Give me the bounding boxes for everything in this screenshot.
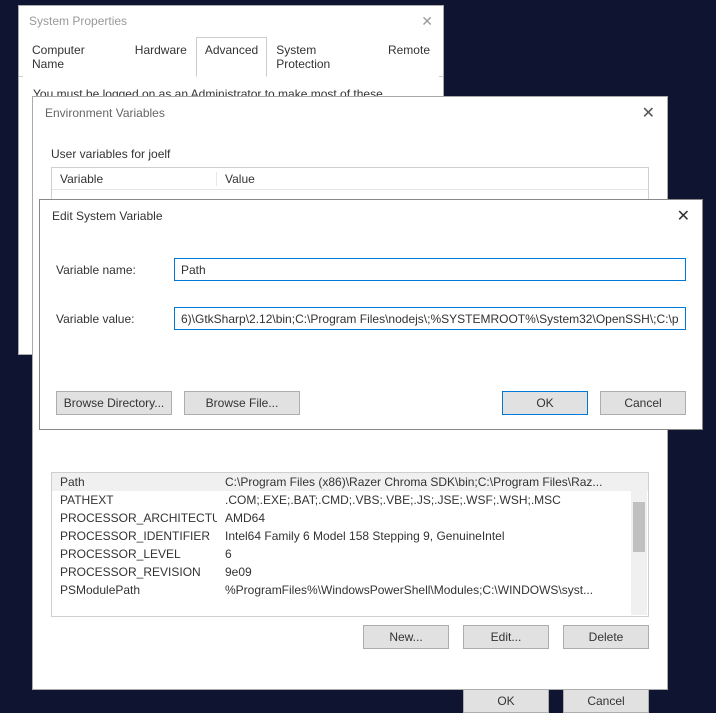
variable-name-label: Variable name: — [56, 263, 174, 277]
column-variable[interactable]: Variable — [52, 172, 217, 186]
envvars-titlebar: Environment Variables ✕ — [33, 97, 667, 129]
tab-label: Hardware — [135, 43, 187, 57]
editvar-form: Variable name: Variable value: — [40, 232, 702, 330]
cancel-button[interactable]: Cancel — [563, 689, 649, 713]
cancel-button[interactable]: Cancel — [600, 391, 686, 415]
cell-variable: PROCESSOR_LEVEL — [52, 547, 217, 561]
tab-label: Advanced — [205, 43, 258, 57]
editvar-titlebar: Edit System Variable ✕ — [40, 200, 702, 232]
cell-value: 9e09 — [217, 565, 648, 579]
variable-value-row: Variable value: — [56, 307, 686, 330]
tab-label: Computer Name — [32, 43, 85, 71]
system-vars-listbox[interactable]: Path C:\Program Files (x86)\Razer Chroma… — [51, 472, 649, 617]
envvars-dialog-buttons: OK Cancel — [463, 689, 649, 713]
system-vars-buttons: New... Edit... Delete — [363, 625, 649, 649]
sysprops-tabs: Computer Name Hardware Advanced System P… — [19, 36, 443, 77]
column-value[interactable]: Value — [217, 172, 648, 186]
tab-advanced[interactable]: Advanced — [196, 37, 267, 77]
editvar-left-buttons: Browse Directory... Browse File... — [56, 391, 300, 415]
table-row[interactable]: Path C:\Program Files (x86)\Razer Chroma… — [52, 473, 648, 491]
envvars-title: Environment Variables — [45, 106, 165, 120]
cell-value: AMD64 — [217, 511, 648, 525]
browse-directory-button[interactable]: Browse Directory... — [56, 391, 172, 415]
edit-system-variable-dialog: Edit System Variable ✕ Variable name: Va… — [39, 199, 703, 430]
cell-value: C:\Program Files (x86)\Razer Chroma SDK\… — [217, 475, 648, 489]
variable-name-row: Variable name: — [56, 258, 686, 281]
table-row[interactable]: PROCESSOR_IDENTIFIER Intel64 Family 6 Mo… — [52, 527, 648, 545]
tab-remote[interactable]: Remote — [379, 37, 439, 77]
editvar-buttons: Browse Directory... Browse File... OK Ca… — [56, 391, 686, 415]
table-row[interactable]: PROCESSOR_REVISION 9e09 — [52, 563, 648, 581]
tab-label: System Protection — [276, 43, 330, 71]
user-vars-section-label: User variables for joelf — [51, 137, 649, 167]
new-button[interactable]: New... — [363, 625, 449, 649]
cell-variable: Path — [52, 475, 217, 489]
scrollbar[interactable] — [631, 474, 647, 615]
edit-button[interactable]: Edit... — [463, 625, 549, 649]
tab-label: Remote — [388, 43, 430, 57]
browse-file-button[interactable]: Browse File... — [184, 391, 300, 415]
cell-value: %ProgramFiles%\WindowsPowerShell\Modules… — [217, 583, 648, 597]
editvar-title: Edit System Variable — [52, 209, 163, 223]
variable-name-input[interactable] — [174, 258, 686, 281]
cell-value: Intel64 Family 6 Model 158 Stepping 9, G… — [217, 529, 648, 543]
table-row[interactable]: PATHEXT .COM;.EXE;.BAT;.CMD;.VBS;.VBE;.J… — [52, 491, 648, 509]
variable-value-input[interactable] — [174, 307, 686, 330]
delete-button[interactable]: Delete — [563, 625, 649, 649]
cell-variable: PROCESSOR_ARCHITECTURE — [52, 511, 217, 525]
close-icon[interactable]: ✕ — [421, 13, 433, 30]
cell-value: 6 — [217, 547, 648, 561]
cell-value: .COM;.EXE;.BAT;.CMD;.VBS;.VBE;.JS;.JSE;.… — [217, 493, 648, 507]
tab-system-protection[interactable]: System Protection — [267, 37, 379, 77]
cell-variable: PSModulePath — [52, 583, 217, 597]
variable-value-label: Variable value: — [56, 312, 174, 326]
tab-hardware[interactable]: Hardware — [126, 37, 196, 77]
ok-button[interactable]: OK — [463, 689, 549, 713]
table-row[interactable]: PSModulePath %ProgramFiles%\WindowsPower… — [52, 581, 648, 599]
close-icon[interactable]: ✕ — [642, 103, 655, 123]
close-icon[interactable]: ✕ — [677, 206, 690, 226]
sysprops-title: System Properties — [29, 14, 127, 28]
cell-variable: PROCESSOR_REVISION — [52, 565, 217, 579]
tab-computer-name[interactable]: Computer Name — [23, 37, 126, 77]
ok-button[interactable]: OK — [502, 391, 588, 415]
scrollbar-thumb[interactable] — [633, 502, 645, 552]
cell-variable: PATHEXT — [52, 493, 217, 507]
table-row[interactable]: PROCESSOR_ARCHITECTURE AMD64 — [52, 509, 648, 527]
user-vars-header: Variable Value — [52, 168, 648, 190]
table-row[interactable]: PROCESSOR_LEVEL 6 — [52, 545, 648, 563]
cell-variable: PROCESSOR_IDENTIFIER — [52, 529, 217, 543]
sysprops-titlebar: System Properties ✕ — [19, 6, 443, 36]
editvar-right-buttons: OK Cancel — [502, 391, 686, 415]
